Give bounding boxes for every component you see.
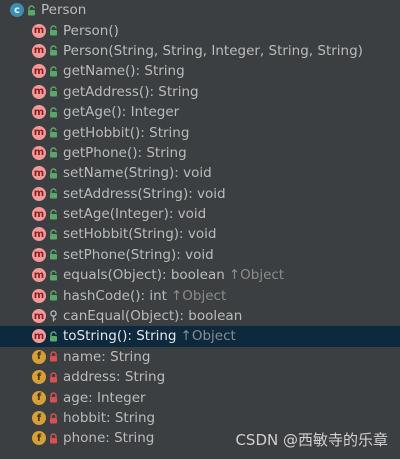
inherited-from-label: ↑Object <box>170 287 227 304</box>
member-label: Person(String, String, Integer, String, … <box>63 42 363 59</box>
method-icon: m <box>32 329 46 344</box>
field-icon: f <box>32 390 46 405</box>
field-icon: f <box>32 349 46 364</box>
method-icon: m <box>32 207 46 222</box>
member-label: toString(): String <box>63 328 177 345</box>
method-row[interactable]: m equals(Object): boolean ↑Object <box>0 265 400 285</box>
method-row[interactable]: m Person() <box>0 20 400 40</box>
method-row[interactable]: m hashCode(): int ↑Object <box>0 285 400 305</box>
field-row[interactable]: f age: Integer <box>0 387 400 407</box>
private-lock-icon <box>48 350 58 364</box>
method-icon: m <box>32 268 46 283</box>
method-icon: m <box>32 288 46 303</box>
method-icon: m <box>32 64 46 79</box>
watermark: CSDN @西敏寺的乐章 <box>235 431 388 449</box>
member-label: getAge(): Integer <box>63 104 180 121</box>
method-row[interactable]: m Person(String, String, Integer, String,… <box>0 41 400 61</box>
public-lock-icon <box>48 166 58 180</box>
method-row[interactable]: m canEqual(Object): boolean <box>0 306 400 326</box>
public-lock-icon <box>48 85 58 99</box>
private-lock-icon <box>48 431 58 445</box>
method-row[interactable]: m toString(): String ↑Object <box>0 326 400 347</box>
method-icon: m <box>32 227 46 242</box>
member-label: setAge(Integer): void <box>63 206 207 223</box>
public-lock-icon <box>48 248 58 262</box>
class-icon: c <box>10 3 24 18</box>
field-icon: f <box>32 370 46 385</box>
field-row[interactable]: f address: String <box>0 367 400 387</box>
method-row[interactable]: m getAddress(): String <box>0 82 400 102</box>
member-label: phone: String <box>63 430 155 447</box>
method-icon: m <box>32 186 46 201</box>
method-row[interactable]: m setName(String): void <box>0 163 400 183</box>
method-icon: m <box>32 145 46 160</box>
structure-tree: c Person m Person() m Person(String, String… <box>0 0 400 449</box>
public-lock-icon <box>48 329 58 343</box>
member-label: setHobbit(String): void <box>63 226 217 243</box>
method-row[interactable]: m getHobbit(): String <box>0 122 400 142</box>
method-icon: m <box>32 23 46 38</box>
member-label: name: String <box>63 348 151 365</box>
field-icon: f <box>32 411 46 425</box>
method-icon: m <box>32 125 46 140</box>
public-lock-icon <box>48 227 58 241</box>
member-label: hashCode(): int <box>63 287 167 304</box>
public-lock-icon <box>48 24 58 38</box>
method-row[interactable]: m setPhone(String): void <box>0 245 400 265</box>
class-name: Person <box>41 2 87 19</box>
method-icon: m <box>32 84 46 99</box>
class-node-person[interactable]: c Person <box>0 0 400 20</box>
member-label: Person() <box>63 22 119 39</box>
method-row[interactable]: m setHobbit(String): void <box>0 224 400 244</box>
private-lock-icon <box>48 411 58 425</box>
method-icon: m <box>32 309 46 324</box>
field-row[interactable]: f name: String <box>0 347 400 367</box>
method-icon: m <box>32 166 46 181</box>
inherited-from-label: ↑Object <box>228 267 285 284</box>
public-lock-icon <box>48 44 58 58</box>
public-lock-icon <box>48 64 58 78</box>
member-label: address: String <box>63 369 166 386</box>
member-label: getPhone(): String <box>63 144 187 161</box>
public-lock-icon <box>48 289 58 303</box>
method-row[interactable]: m getName(): String <box>0 61 400 81</box>
member-label: equals(Object): boolean <box>63 267 225 284</box>
member-label: setAddress(String): void <box>63 185 226 202</box>
member-label: hobbit: String <box>63 410 156 426</box>
public-lock-icon <box>48 126 58 140</box>
method-icon: m <box>32 43 46 58</box>
method-icon: m <box>32 247 46 262</box>
member-label: canEqual(Object): boolean <box>63 308 243 325</box>
member-label: age: Integer <box>63 389 146 406</box>
protected-key-icon <box>48 309 58 323</box>
public-lock-icon <box>48 187 58 201</box>
method-row[interactable]: m getAge(): Integer <box>0 102 400 122</box>
method-row[interactable]: m setAge(Integer): void <box>0 204 400 224</box>
field-row[interactable]: f hobbit: String <box>0 408 400 428</box>
method-icon: m <box>32 105 46 120</box>
member-label: setPhone(String): void <box>63 246 214 263</box>
member-label: setName(String): void <box>63 165 212 182</box>
public-lock-icon <box>48 207 58 221</box>
public-lock-icon <box>48 146 58 160</box>
member-label: getHobbit(): String <box>63 124 190 141</box>
public-lock-icon <box>48 268 58 282</box>
member-label: getName(): String <box>63 63 185 80</box>
method-row[interactable]: m setAddress(String): void <box>0 184 400 204</box>
private-lock-icon <box>48 391 58 405</box>
public-lock-icon <box>26 3 36 17</box>
public-lock-icon <box>48 105 58 119</box>
method-row[interactable]: m getPhone(): String <box>0 143 400 163</box>
field-icon: f <box>32 431 46 446</box>
private-lock-icon <box>48 370 58 384</box>
member-label: getAddress(): String <box>63 83 199 100</box>
inherited-from-label: ↑Object <box>180 328 236 345</box>
